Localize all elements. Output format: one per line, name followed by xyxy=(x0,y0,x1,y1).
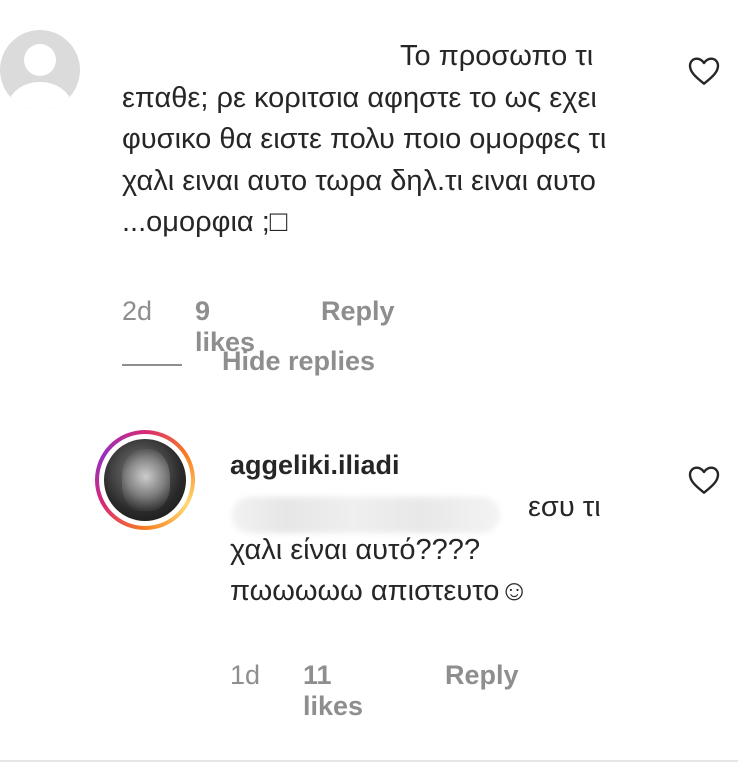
reply-text-line-3: πωωωωω απιστευτο☺ xyxy=(230,575,530,607)
bottom-divider xyxy=(0,760,738,762)
reply-age: 1d xyxy=(230,660,261,690)
hide-replies-line xyxy=(122,364,182,366)
avatar-shoulders-shape xyxy=(8,82,72,110)
reply-reply-button[interactable]: Reply xyxy=(445,660,519,691)
reply-text-line-2: χαλι είναι αυτό???? xyxy=(230,534,481,566)
comment-age: 2d xyxy=(122,296,153,326)
reply-likes-link[interactable]: 11 likes xyxy=(303,660,363,722)
avatar-photo xyxy=(104,439,186,521)
heart-icon[interactable] xyxy=(688,56,720,86)
comment-text: Το προσωπο τι επαθε; ρε κοριτσια αφηστε … xyxy=(122,40,607,238)
blurred-mention xyxy=(232,497,500,533)
reply-username[interactable]: aggeliki.iliadi xyxy=(230,450,400,481)
avatar-head-shape xyxy=(24,44,56,76)
reply-text-line-1: εσυ τι xyxy=(528,491,601,523)
commenter-avatar[interactable] xyxy=(0,30,80,110)
avatar-photo-figure xyxy=(122,449,170,511)
comment-reply-button[interactable]: Reply xyxy=(321,296,395,327)
reply-avatar[interactable] xyxy=(95,430,195,530)
heart-icon[interactable] xyxy=(688,465,720,495)
hide-replies-button[interactable]: Hide replies xyxy=(222,346,375,377)
avatar-ring-gap xyxy=(99,434,191,526)
